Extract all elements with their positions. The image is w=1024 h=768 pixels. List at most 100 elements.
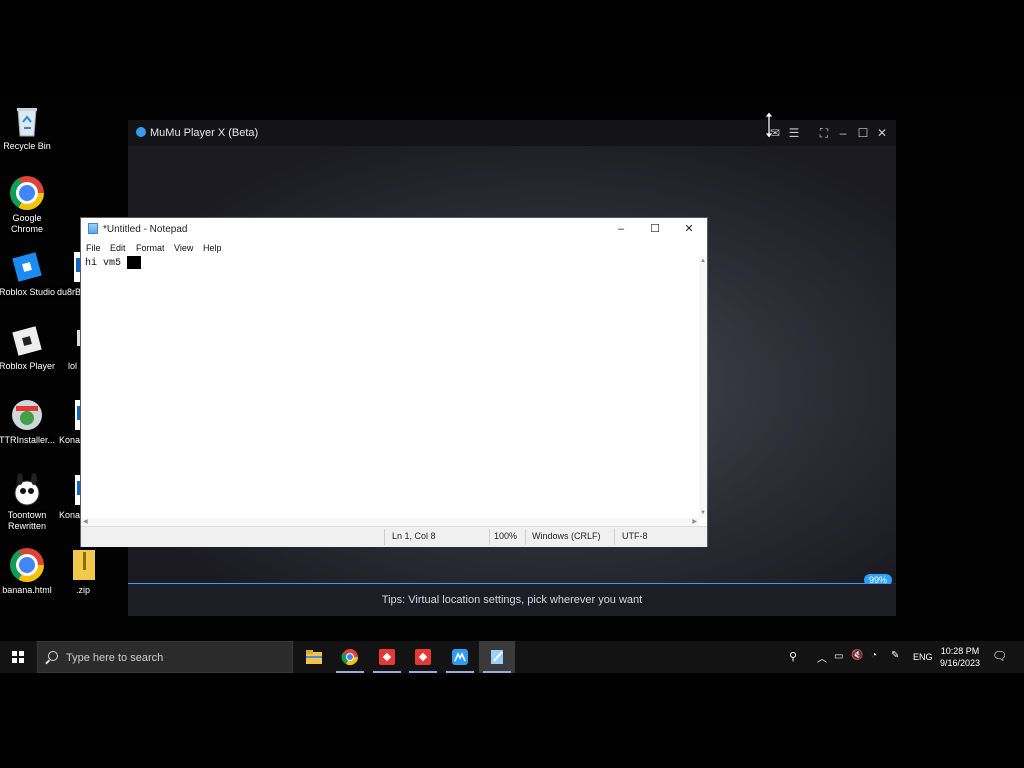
maximize-icon[interactable]: ☐	[854, 124, 872, 142]
status-divider	[384, 529, 385, 545]
status-line-ending: Windows (CRLF)	[532, 531, 601, 541]
scroll-right-icon[interactable]: ▶	[692, 518, 697, 525]
chrome-icon	[10, 176, 44, 210]
roblox-studio-icon	[415, 649, 431, 665]
notepad-icon	[88, 223, 98, 234]
taskbar: Type here to search ⚲ ︿ ▭ 🔇 ◔ ✎ ENG 10:2…	[0, 641, 1024, 673]
chrome-icon	[341, 649, 359, 666]
taskbar-chrome[interactable]	[332, 641, 368, 673]
active-app-indicator	[336, 671, 364, 673]
people-icon[interactable]: ⚲	[789, 650, 797, 673]
roblox-studio-icon	[379, 649, 395, 665]
start-button[interactable]	[0, 641, 36, 673]
desktop-icon-google-chrome[interactable]: Google Chrome	[0, 176, 56, 235]
notepad-text-content: hi vm5	[85, 258, 122, 269]
desktop-icon-recycle-bin[interactable]: Recycle Bin	[0, 104, 56, 152]
desktop-icon-label: Recycle Bin	[3, 141, 51, 151]
desktop-icon-label: .zip	[76, 585, 91, 595]
active-app-indicator	[483, 671, 511, 673]
active-app-indicator	[373, 671, 401, 673]
desktop-icon-roblox-player[interactable]: Roblox Player	[0, 324, 56, 372]
close-icon[interactable]: ✕	[873, 124, 891, 142]
active-app-indicator	[446, 671, 474, 673]
desktop-icon-label: Google Chrome	[10, 213, 43, 234]
taskbar-roblox-studio-2[interactable]	[405, 641, 441, 673]
taskbar-file-explorer[interactable]	[296, 641, 332, 673]
scroll-up-icon[interactable]: ▲	[700, 258, 706, 264]
windows-logo-icon	[12, 651, 24, 663]
taskbar-search-box[interactable]: Type here to search	[37, 641, 293, 673]
language-indicator[interactable]: ENG	[913, 652, 933, 673]
menu-file[interactable]: File	[86, 243, 101, 253]
taskbar-clock[interactable]: 10:28 PM 9/16/2023	[936, 645, 984, 669]
fullscreen-icon[interactable]: ⛶	[815, 124, 833, 142]
desktop-icon-label: Roblox Player	[0, 361, 56, 371]
desktop-icon-zip[interactable]: .zip	[70, 548, 98, 596]
desktop-icon-label: banana.html	[2, 585, 52, 595]
volume-muted-icon[interactable]: 🔇	[851, 650, 863, 673]
toontown-icon	[10, 473, 44, 507]
desktop-icon-label: TTRInstaller...	[0, 435, 55, 445]
taskbar-mumu-player[interactable]	[442, 641, 478, 673]
search-placeholder: Type here to search	[66, 652, 164, 664]
horizontal-scrollbar[interactable]: ◀ ▶	[81, 518, 699, 526]
desktop-icon-label: Toontown Rewritten	[7, 510, 47, 531]
status-divider	[489, 529, 490, 545]
file-explorer-icon	[306, 650, 322, 664]
desktop: Recycle Bin Google Chrome Roblox Studio …	[0, 96, 1024, 673]
resize-cursor-icon	[764, 112, 774, 138]
active-app-indicator	[409, 671, 437, 673]
notepad-icon	[491, 650, 503, 664]
menu-view[interactable]: View	[174, 243, 193, 253]
roblox-studio-icon	[10, 250, 44, 284]
taskbar-roblox-studio-1[interactable]	[369, 641, 405, 673]
taskbar-notepad[interactable]	[479, 641, 515, 673]
notepad-titlebar[interactable]: *Untitled - Notepad – ☐ ✕	[81, 218, 707, 240]
scroll-down-icon[interactable]: ▼	[700, 510, 706, 516]
mumu-player-icon	[452, 649, 468, 665]
recycle-bin-icon	[10, 104, 44, 138]
notepad-window[interactable]: *Untitled - Notepad – ☐ ✕ File Edit Form…	[81, 218, 707, 547]
chrome-icon	[10, 548, 44, 582]
notepad-statusbar: Ln 1, Col 8 100% Windows (CRLF) UTF-8	[81, 526, 707, 547]
desktop-icon-ttr-installer[interactable]: TTRInstaller...	[0, 398, 56, 446]
menu-icon[interactable]: ☰	[785, 124, 803, 142]
maximize-button[interactable]: ☐	[638, 218, 672, 240]
desktop-icon-toontown-rewritten[interactable]: Toontown Rewritten	[0, 473, 56, 532]
desktop-icon-roblox-studio[interactable]: Roblox Studio	[0, 250, 56, 298]
roblox-player-icon	[10, 324, 44, 358]
menu-edit[interactable]: Edit	[110, 243, 126, 253]
desktop-icon-banana-html[interactable]: banana.html	[0, 548, 56, 596]
search-icon	[48, 651, 58, 661]
scroll-left-icon[interactable]: ◀	[83, 518, 88, 525]
menu-format[interactable]: Format	[136, 243, 165, 253]
status-encoding: UTF-8	[622, 531, 648, 541]
text-cursor	[127, 256, 141, 269]
network-icon[interactable]: ◔	[871, 650, 877, 673]
mumu-tips-bar: Tips: Virtual location settings, pick wh…	[128, 584, 896, 616]
minimize-icon[interactable]: –	[834, 124, 852, 142]
status-cursor-position: Ln 1, Col 8	[392, 531, 436, 541]
clock-date: 9/16/2023	[939, 658, 981, 668]
battery-icon[interactable]: ▭	[834, 651, 843, 673]
mumu-tip-text: Tips: Virtual location settings, pick wh…	[381, 594, 643, 606]
mumu-logo-icon	[136, 127, 146, 137]
zip-folder-icon	[71, 548, 97, 582]
notepad-window-title: *Untitled - Notepad	[103, 224, 188, 235]
vertical-scrollbar[interactable]: ▲ ▼	[699, 256, 707, 518]
mumu-window-title: MuMu Player X (Beta)	[150, 127, 259, 139]
status-zoom: 100%	[494, 531, 518, 541]
desktop-icon-label: Roblox Studio	[0, 287, 56, 297]
ttr-installer-icon	[10, 398, 44, 432]
menu-help[interactable]: Help	[203, 243, 222, 253]
notepad-menubar: File Edit Format View Help	[81, 240, 707, 256]
notepad-text-area[interactable]: hi vm5	[81, 256, 699, 518]
show-hidden-icons-chevron-icon[interactable]: ︿	[817, 650, 827, 673]
mumu-titlebar[interactable]: MuMu Player X (Beta) ✉ ☰ ⛶ – ☐ ✕	[128, 120, 896, 146]
minimize-button[interactable]: –	[604, 218, 638, 240]
status-divider	[614, 529, 615, 545]
pen-icon[interactable]: ✎	[891, 650, 899, 673]
close-button[interactable]: ✕	[672, 218, 706, 240]
notifications-icon[interactable]: 🗨	[992, 649, 1007, 673]
status-divider	[525, 529, 526, 545]
